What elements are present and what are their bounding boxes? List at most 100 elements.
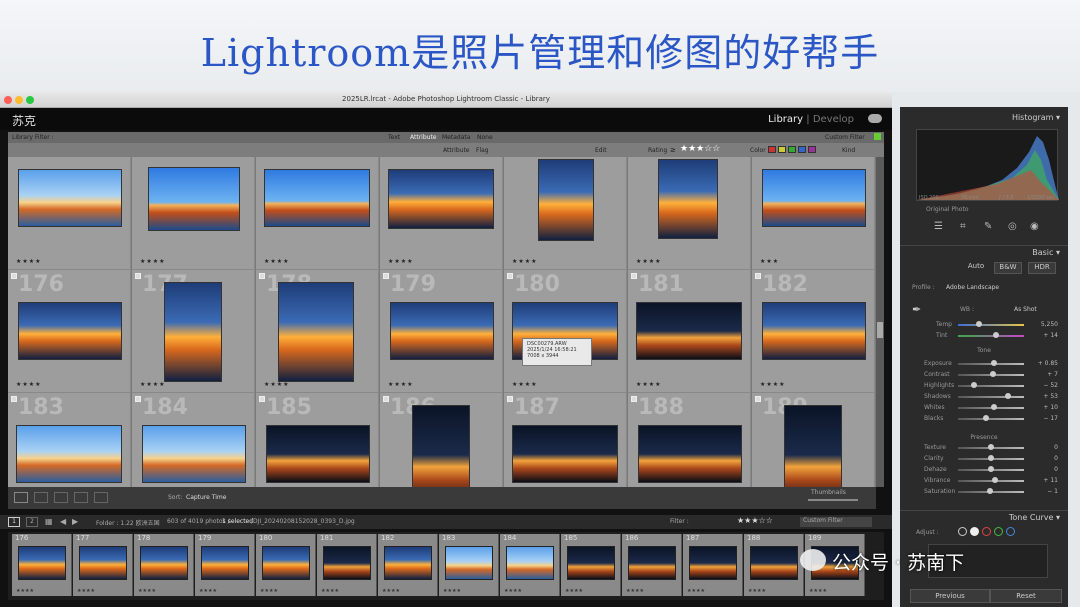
compare-view-icon[interactable] (54, 492, 68, 503)
filmstrip-thumbnail[interactable] (567, 546, 615, 580)
slider-track[interactable] (958, 396, 1024, 398)
filmstrip-thumbnail[interactable] (689, 546, 737, 580)
filmstrip-thumbnail[interactable] (628, 546, 676, 580)
slider-knob[interactable] (991, 404, 998, 410)
window-1-button[interactable]: 1 (8, 517, 20, 527)
slider-value[interactable]: − 17 (1043, 415, 1058, 422)
filmstrip-cell[interactable]: 177 ★★★★ (73, 534, 133, 596)
cell-rating[interactable]: ★★★★ (16, 258, 42, 265)
photo-thumbnail[interactable] (18, 302, 122, 360)
filmstrip-cell[interactable]: 182 ★★★★ (378, 534, 438, 596)
wb-value[interactable]: As Shot (1014, 306, 1037, 313)
cell-checkbox[interactable] (755, 273, 761, 279)
photo-thumbnail[interactable] (762, 302, 866, 360)
photo-thumbnail[interactable] (388, 169, 494, 229)
filmstrip-cell[interactable]: 183 ★★★★ (439, 534, 499, 596)
photo-thumbnail[interactable] (16, 425, 122, 483)
photo-thumbnail[interactable] (264, 169, 370, 227)
grid-cell[interactable]: ★★★★ (628, 157, 751, 270)
histogram-header[interactable]: Histogram ▾ (900, 111, 1068, 125)
grid-cell[interactable]: 179 ★★★★ (380, 270, 503, 393)
grid-cell[interactable]: 181 ★★★★ (628, 270, 751, 393)
grid-cell[interactable]: 184★★★★ (132, 393, 255, 487)
cell-rating[interactable]: ★★★★ (512, 381, 538, 388)
redeye-icon[interactable]: ◉ (1030, 221, 1039, 232)
cell-checkbox[interactable] (383, 273, 389, 279)
auto-button[interactable]: Auto (962, 262, 990, 274)
thumbnail-size-slider[interactable] (808, 499, 858, 501)
crop-icon[interactable]: ⌗ (960, 221, 966, 232)
cell-rating[interactable]: ★★★★ (140, 258, 166, 265)
filter-preset[interactable]: Custom Filter (825, 134, 865, 141)
slider-value[interactable]: + 0.85 (1038, 360, 1058, 367)
slider-knob[interactable] (989, 371, 996, 377)
grid-cell[interactable]: ★★★★ (256, 157, 379, 270)
filter-tab-none[interactable]: None (477, 134, 493, 141)
curve-point-icon[interactable] (970, 527, 979, 536)
filter-tab-metadata[interactable]: Metadata (442, 134, 470, 141)
color-green-swatch[interactable] (788, 146, 796, 153)
cell-rating[interactable]: ★★★★ (388, 381, 414, 388)
slider-value[interactable]: + 10 (1043, 404, 1058, 411)
slider-track[interactable] (958, 385, 1024, 387)
grid-cell[interactable]: 180 ★★★★ DSC00279.ARW 2025/1/24 16:58:21 700… (504, 270, 627, 393)
cell-rating[interactable]: ★★★★ (140, 381, 166, 388)
filmstrip-filter-preset[interactable]: Custom Filter (800, 517, 872, 527)
cell-checkbox[interactable] (135, 273, 141, 279)
tint-knob[interactable] (993, 332, 999, 338)
cell-rating[interactable]: ★★★★ (512, 258, 538, 265)
cell-checkbox[interactable] (135, 396, 141, 402)
cell-checkbox[interactable] (631, 396, 637, 402)
back-arrow-icon[interactable]: ◀ (60, 517, 66, 526)
filmstrip-cell[interactable]: 184 ★★★★ (500, 534, 560, 596)
slider-value[interactable]: − 52 (1043, 382, 1058, 389)
mask-icon[interactable]: ◎ (1008, 221, 1017, 232)
photo-thumbnail[interactable] (512, 425, 618, 483)
grid-cell[interactable]: 185★★★★ (256, 393, 379, 487)
slider-knob[interactable] (1005, 393, 1012, 399)
filmstrip-thumbnail[interactable] (506, 546, 554, 580)
photo-thumbnail[interactable] (164, 282, 222, 382)
filter-tab-text[interactable]: Text (388, 134, 400, 141)
filter-tab-attribute[interactable]: Attribute (410, 134, 437, 141)
filmstrip-rating-stars[interactable]: ★★★☆☆ (737, 516, 773, 525)
slider-value[interactable]: + 11 (1043, 477, 1058, 484)
cell-checkbox[interactable] (11, 273, 17, 279)
survey-view-icon[interactable] (74, 492, 88, 503)
cell-rating[interactable]: ★★★★ (636, 381, 662, 388)
color-yellow-swatch[interactable] (778, 146, 786, 153)
photo-thumbnail[interactable] (18, 169, 122, 227)
slider-track[interactable] (958, 480, 1024, 482)
cell-checkbox[interactable] (11, 396, 17, 402)
filmstrip-thumbnail[interactable] (201, 546, 249, 580)
slider-knob[interactable] (991, 360, 998, 366)
cell-checkbox[interactable] (631, 273, 637, 279)
rating-operator[interactable]: ≥ (670, 146, 676, 154)
slider-knob[interactable] (988, 466, 994, 472)
cell-rating[interactable]: ★★★★ (636, 258, 662, 265)
cell-checkbox[interactable] (259, 396, 265, 402)
grid-cell[interactable]: ★★★★ (132, 157, 255, 270)
tint-value[interactable]: + 14 (1043, 332, 1058, 339)
cell-rating[interactable]: ★★★★ (16, 381, 42, 388)
curve-red-icon[interactable] (982, 527, 991, 536)
cell-rating[interactable]: ★★★ (760, 258, 779, 265)
cell-rating[interactable]: ★★★★ (264, 381, 290, 388)
filmstrip-cell[interactable]: 185 ★★★★ (561, 534, 621, 596)
temp-knob[interactable] (976, 321, 982, 327)
heal-icon[interactable]: ✎ (984, 221, 992, 232)
photo-thumbnail[interactable] (638, 425, 742, 483)
filmstrip-cell[interactable]: 188 ★★★★ (744, 534, 804, 596)
slider-knob[interactable] (991, 477, 998, 483)
grid-cell[interactable]: 189★★★★ (752, 393, 875, 487)
folder-path[interactable]: Folder : 1.22 欧洲五国 (96, 518, 160, 527)
grid-cell[interactable]: ★★★★ (504, 157, 627, 270)
filmstrip-cell[interactable]: 180 ★★★★ (256, 534, 316, 596)
temp-track[interactable] (958, 324, 1024, 326)
slider-value[interactable]: + 53 (1043, 393, 1058, 400)
slider-knob[interactable] (988, 455, 994, 461)
grid-cell[interactable]: 187★★★★ (504, 393, 627, 487)
slider-knob[interactable] (988, 444, 994, 450)
grid-scrollbar[interactable] (876, 157, 884, 487)
slider-knob[interactable] (970, 382, 977, 388)
